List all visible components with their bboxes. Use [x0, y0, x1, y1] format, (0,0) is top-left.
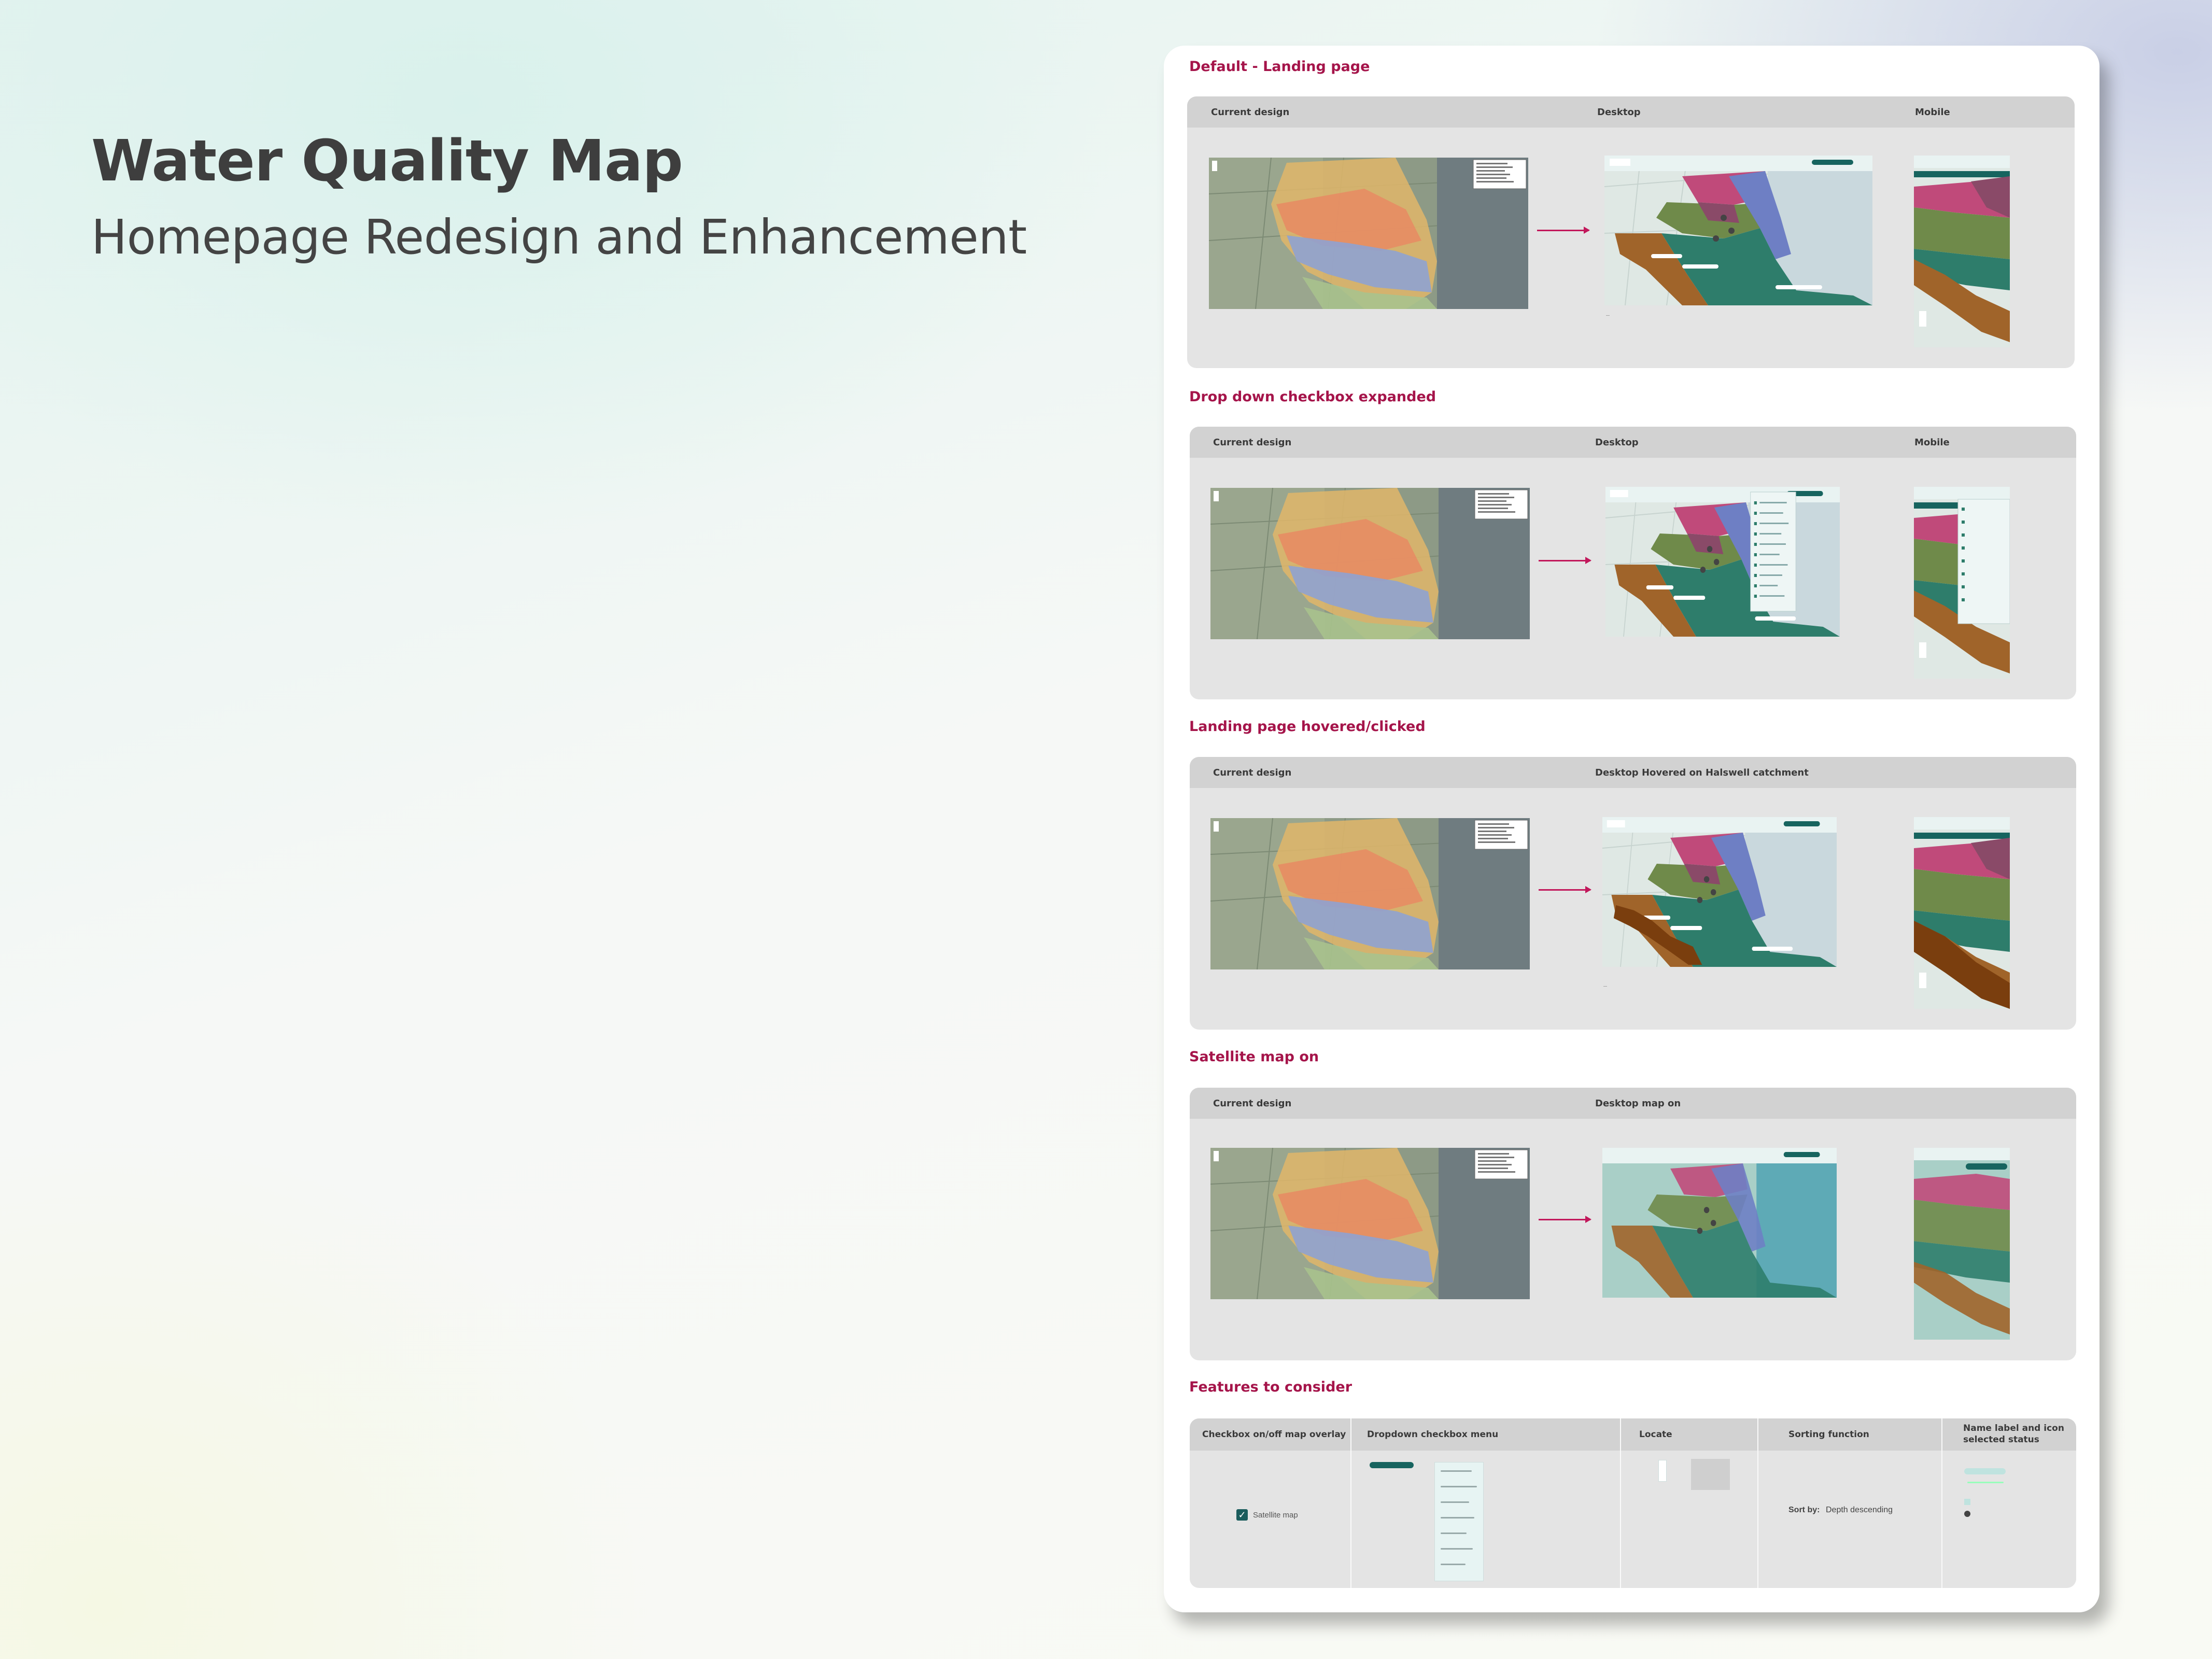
mobile-map-hover-image — [1914, 817, 2010, 1009]
feature-label: Name label and icon selected status — [1963, 1423, 2064, 1445]
section-title-hover: Landing page hovered/clicked — [1189, 719, 1426, 735]
mobile-map-dropdown-image — [1914, 487, 2010, 679]
current-design-map-image — [1210, 1148, 1530, 1299]
menu-line — [1441, 1501, 1469, 1503]
selected-label-pill — [1964, 1468, 2006, 1474]
panel-dropdown: Current design Desktop Mobile — [1190, 427, 2076, 699]
arrow-icon — [1539, 557, 1591, 564]
menu-line — [1441, 1548, 1473, 1550]
menu-line — [1441, 1564, 1466, 1565]
section-title-satellite: Satellite map on — [1189, 1049, 1319, 1065]
desktop-note: — — [1606, 314, 1610, 317]
col-current-design: Current design — [1213, 767, 1292, 778]
panel-header: Current design Desktop Hovered on Halswe… — [1190, 757, 2076, 788]
status-dot — [1964, 1511, 1970, 1517]
panel-default: Current design Desktop Mobile — — [1187, 96, 2075, 368]
dropdown-pill-button[interactable] — [1370, 1462, 1414, 1468]
current-design-map-image — [1210, 818, 1530, 969]
design-board: Default - Landing page Current design De… — [1164, 46, 2100, 1612]
panel-hover: Current design Desktop Hovered on Halswe… — [1190, 757, 2076, 1030]
feature-label: Locate — [1639, 1429, 1672, 1440]
status-swatch — [1964, 1499, 1970, 1505]
desktop-map-image — [1604, 156, 1872, 305]
feature-label: Sorting function — [1788, 1429, 1869, 1440]
desktop-map-hover-image — [1602, 817, 1837, 967]
feature-label: Checkbox on/off map overlay — [1202, 1429, 1346, 1440]
desktop-note: — — [1603, 985, 1607, 988]
current-design-map-image — [1210, 488, 1530, 639]
col-desktop-hovered: Desktop Hovered on Halswell catchment — [1595, 767, 1809, 778]
col-current-design: Current design — [1213, 437, 1292, 448]
sort-by-label: Sort by: — [1788, 1506, 1820, 1514]
col-mobile: Mobile — [1914, 437, 1950, 448]
desktop-map-dropdown-image — [1605, 487, 1840, 637]
features-panel: Checkbox on/off map overlay ✓ Satellite … — [1190, 1418, 2076, 1588]
satellite-checkbox[interactable]: ✓ — [1236, 1509, 1248, 1521]
section-title-default: Default - Landing page — [1189, 59, 1370, 75]
locate-map-preview — [1691, 1459, 1730, 1490]
hero-subtitle: Homepage Redesign and Enhancement — [91, 209, 1027, 265]
menu-line — [1441, 1533, 1467, 1534]
sort-value[interactable]: Depth descending — [1826, 1506, 1893, 1515]
col-desktop-map-on: Desktop map on — [1595, 1098, 1681, 1109]
feature-col-label-status: Name label and icon selected status — [1941, 1418, 2076, 1588]
checkbox-states-preview — [1502, 1470, 1533, 1527]
mobile-satellite-map-image — [1914, 1148, 2010, 1340]
feature-label: Dropdown checkbox menu — [1367, 1429, 1499, 1440]
hero-title: Water Quality Map — [91, 128, 683, 194]
col-current-design: Current design — [1211, 107, 1290, 118]
feature-col-dropdown: Dropdown checkbox menu — [1350, 1418, 1620, 1588]
section-title-features: Features to consider — [1189, 1379, 1352, 1395]
col-current-design: Current design — [1213, 1098, 1292, 1109]
arrow-icon — [1539, 886, 1591, 893]
mobile-map-image — [1914, 156, 2010, 347]
arrow-icon — [1539, 1216, 1591, 1223]
desktop-satellite-map-image — [1602, 1148, 1837, 1298]
menu-line — [1441, 1486, 1477, 1487]
panel-header: Current design Desktop map on — [1190, 1088, 2076, 1119]
menu-line — [1441, 1470, 1472, 1472]
panel-header: Current design Desktop Mobile — [1190, 427, 2076, 458]
panel-header: Current design Desktop Mobile — [1187, 96, 2075, 128]
section-title-dropdown: Drop down checkbox expanded — [1189, 389, 1436, 405]
menu-line — [1441, 1517, 1474, 1519]
arrow-icon — [1537, 227, 1590, 234]
feature-col-locate: Locate — [1620, 1418, 1757, 1588]
feature-col-sorting: Sorting function Sort by: Depth descendi… — [1757, 1418, 1941, 1588]
satellite-map-label: Satellite map — [1253, 1511, 1298, 1520]
panel-satellite: Current design Desktop map on — [1190, 1088, 2076, 1360]
label-line — [1967, 1482, 2004, 1483]
col-mobile: Mobile — [1915, 107, 1950, 118]
locate-control-preview — [1658, 1460, 1667, 1482]
col-desktop: Desktop — [1595, 437, 1639, 448]
col-desktop: Desktop — [1597, 107, 1641, 118]
current-design-map-image — [1209, 158, 1528, 309]
feature-col-checkbox: Checkbox on/off map overlay ✓ Satellite … — [1190, 1418, 1350, 1588]
